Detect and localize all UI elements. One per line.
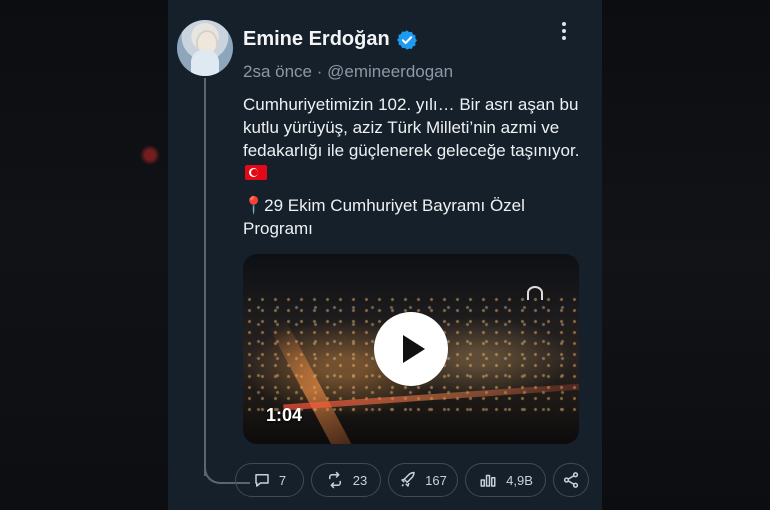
reply-button[interactable]: 7 xyxy=(235,463,304,497)
share-button[interactable] xyxy=(553,463,589,497)
share-icon xyxy=(563,472,579,488)
tweet-text: Cumhuriyetimizin 102. yılı… Bir asrı aşa… xyxy=(243,93,583,249)
comment-icon xyxy=(255,474,269,487)
author-name[interactable]: Emine Erdoğan xyxy=(243,28,390,51)
views-button[interactable]: 4,9B xyxy=(465,463,546,497)
author-row: Emine Erdoğan xyxy=(243,28,418,51)
author-handle[interactable]: @emineerdogan xyxy=(327,62,453,81)
like-count: 167 xyxy=(425,472,447,488)
meta-separator: · xyxy=(316,62,323,81)
retweet-icon xyxy=(328,471,341,489)
background-right xyxy=(602,0,770,510)
views-count: 4,9B xyxy=(506,472,533,488)
reply-count: 7 xyxy=(278,472,287,488)
retweet-count: 23 xyxy=(352,472,368,488)
play-icon[interactable] xyxy=(374,312,448,386)
pin-icon: 📍 xyxy=(243,196,265,215)
tweet-paragraph: 📍29 Ekim Cumhuriyet Bayramı Özel Program… xyxy=(243,196,525,238)
action-bar: 7 23 167 4,9B xyxy=(235,463,589,497)
video-player[interactable]: 1:04 xyxy=(243,254,579,444)
background-left xyxy=(0,0,168,510)
broadcaster-logo xyxy=(527,286,543,300)
views-bar-icon xyxy=(480,474,496,487)
rocket-icon xyxy=(401,471,415,487)
video-duration: 1:04 xyxy=(266,405,303,425)
avatar[interactable] xyxy=(177,20,233,76)
verified-badge-icon xyxy=(396,29,417,50)
turkey-flag-icon xyxy=(245,165,267,180)
timestamp[interactable]: 2sa önce xyxy=(243,62,312,81)
tweet-paragraph: Cumhuriyetimizin 102. yılı… Bir asrı aşa… xyxy=(243,93,583,185)
tweet-meta: 2sa önce · @emineerdogan xyxy=(243,62,453,82)
thread-line xyxy=(204,78,206,476)
more-vertical-icon[interactable] xyxy=(559,22,569,42)
like-button[interactable]: 167 xyxy=(388,463,458,497)
retweet-button[interactable]: 23 xyxy=(311,463,381,497)
tweet-card: Emine Erdoğan 2sa önce · @emineerdogan C… xyxy=(168,0,602,510)
